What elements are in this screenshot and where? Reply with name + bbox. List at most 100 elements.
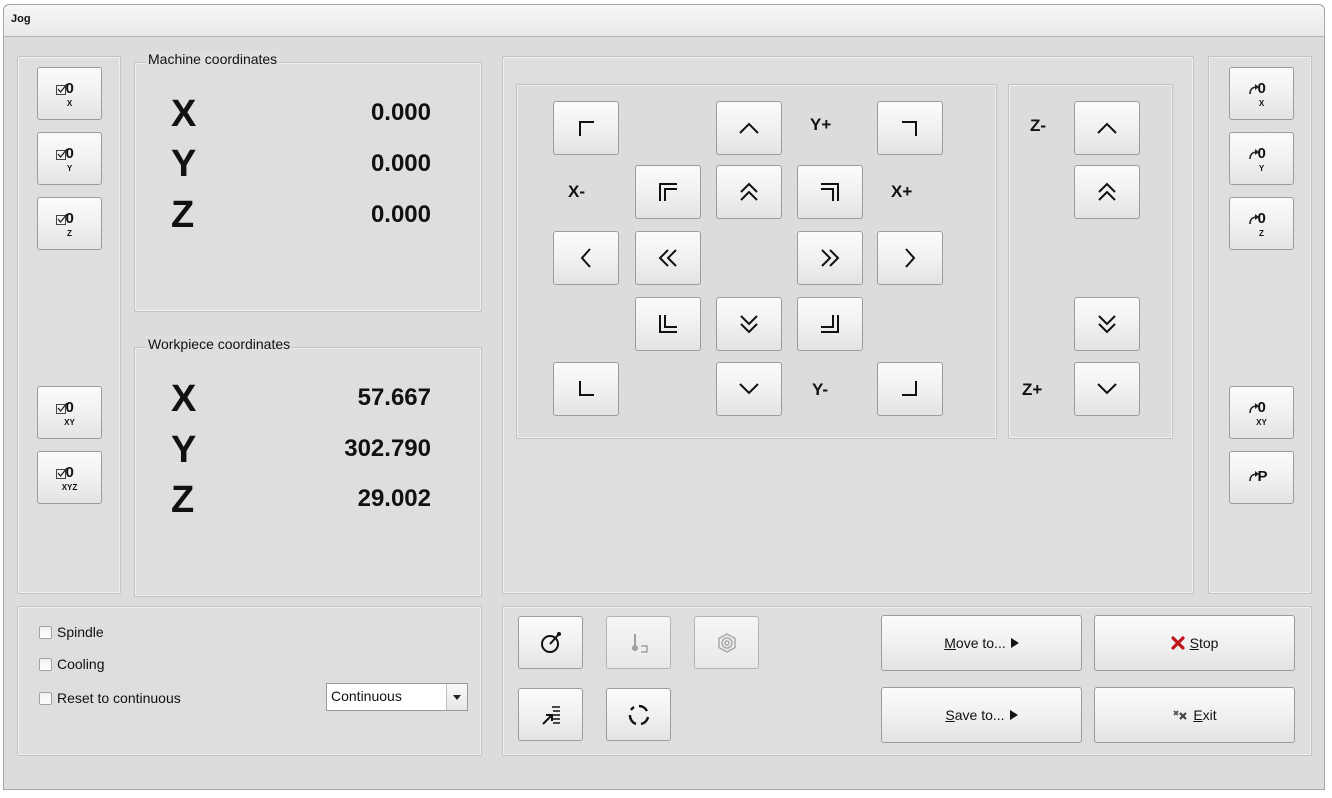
zero-xyz-button[interactable]: 0 XYZ [37,451,102,504]
exit-icon [1173,710,1188,720]
tool-length-icon [631,633,648,653]
move-to-button[interactable]: Move to... [881,615,1082,671]
stop-button[interactable]: Stop [1094,615,1295,671]
chevron-up-icon [1097,122,1117,134]
double-chevron-down-icon [740,315,758,334]
jog-down-right-button[interactable] [877,362,943,416]
goto-zero-z-button[interactable]: 0Z [1229,197,1294,250]
spindle-label: Spindle [57,624,104,640]
z-plus-label: Z+ [1022,380,1043,399]
workpiece-z-label: Z [171,479,195,521]
submenu-arrow-icon [1010,638,1019,648]
corner-down-left-icon [579,381,594,396]
jog-z-minus-fast-button[interactable] [1074,165,1140,219]
jog-y-minus-fast-button[interactable] [716,297,782,351]
stop-accel: S [1189,635,1199,651]
jog-down-right-fast-button[interactable] [797,297,863,351]
save-to-button[interactable]: Save to... [881,687,1082,743]
stop-label: top [1198,635,1219,651]
machine-z-label: Z [171,194,195,236]
y-minus-label: Y- [812,380,829,399]
workpiece-x-label: X [171,378,197,420]
probe-button[interactable] [518,616,583,669]
cooling-checkbox-box[interactable] [39,657,52,671]
zero-z-button[interactable]: 0Z [37,197,102,250]
jog-z-plus-button[interactable] [1074,362,1140,416]
jog-up-left-fast-button[interactable] [635,165,701,219]
spindle-checkbox[interactable]: Spindle [39,624,104,640]
y-plus-label: Y+ [810,115,832,134]
double-chevron-right-icon [821,249,840,267]
exit-label: xit [1202,707,1217,723]
zero-axis-label: X [66,98,73,108]
jog-up-right-button[interactable] [877,101,943,155]
zero-axis-label: XY [64,417,75,427]
z-minus-label: Z- [1030,116,1047,135]
jog-mode-select[interactable]: Continuous [326,683,468,711]
machine-x-value: 0.000 [370,99,431,126]
tool-length-button[interactable] [606,616,671,669]
jog-x-plus-button[interactable] [877,231,943,285]
move-to-label: ove to... [955,635,1006,651]
jog-x-plus-fast-button[interactable] [797,231,863,285]
spiral-button[interactable] [694,616,759,669]
workpiece-y-label: Y [171,429,197,471]
zero-xy-button[interactable]: 0 XY [37,386,102,439]
jog-y-plus-button[interactable] [716,101,782,155]
workpiece-y-value: 302.790 [344,435,431,462]
align-button[interactable] [518,688,583,741]
jog-x-minus-button[interactable] [553,231,619,285]
double-corner-up-left-icon [659,183,677,201]
reset-checkbox-box[interactable] [39,691,52,705]
move-to-accel: M [944,635,956,651]
zero-x-button[interactable]: 0X [37,67,102,120]
jog-z-minus-button[interactable] [1074,101,1140,155]
machine-y-label: Y [171,143,197,185]
x-minus-label: X- [568,182,585,201]
cooling-label: Cooling [57,656,105,672]
double-chevron-left-icon [658,249,677,267]
zero-y-button[interactable]: 0Y [37,132,102,185]
double-corner-down-right-icon [821,315,839,333]
goto-zero-y-button[interactable]: 0Y [1229,132,1294,185]
spiral-icon [717,632,736,653]
goto-zero-xy-button[interactable]: 0 XY [1229,386,1294,439]
goto-park-button[interactable]: P [1229,451,1294,504]
stop-x-icon [1170,636,1185,650]
jog-z-plus-fast-button[interactable] [1074,297,1140,351]
goto-zero-x-button[interactable]: 0X [1229,67,1294,120]
goto-digit: 0 [1257,79,1266,97]
jog-x-minus-fast-button[interactable] [635,231,701,285]
reset-to-continuous-checkbox[interactable]: Reset to continuous [39,690,181,706]
probe-icon [540,631,561,653]
double-corner-down-left-icon [659,315,677,333]
jog-up-right-fast-button[interactable] [797,165,863,219]
save-to-accel: S [945,707,955,723]
goto-axis-label: XY [1256,417,1267,427]
jog-y-plus-fast-button[interactable] [716,165,782,219]
workpiece-x-value: 57.667 [357,384,431,411]
jog-y-minus-button[interactable] [716,362,782,416]
goto-axis-label: Y [1258,163,1265,173]
goto-digit: 0 [1257,209,1266,227]
machine-y-value: 0.000 [370,150,431,177]
park-label: P [1257,467,1268,485]
jog-down-left-button[interactable] [553,362,619,416]
zero-digit: 0 [65,463,74,481]
dropdown-arrow-icon[interactable] [446,684,467,710]
zero-digit: 0 [65,144,74,162]
exit-accel: E [1193,707,1203,723]
goto-axis-label: Z [1259,228,1264,238]
x-plus-label: X+ [891,182,913,201]
double-corner-up-right-icon [821,183,839,201]
jog-up-left-button[interactable] [553,101,619,155]
goto-digit: 0 [1257,144,1266,162]
jog-down-left-fast-button[interactable] [635,297,701,351]
workpiece-z-value: 29.002 [357,485,431,512]
cooling-checkbox[interactable]: Cooling [39,656,104,672]
rotate-button[interactable] [606,688,671,741]
spindle-checkbox-box[interactable] [39,625,52,639]
exit-button[interactable]: Exit [1094,687,1295,743]
jog-mode-value: Continuous [331,688,402,704]
window-title: Jog [11,13,31,25]
